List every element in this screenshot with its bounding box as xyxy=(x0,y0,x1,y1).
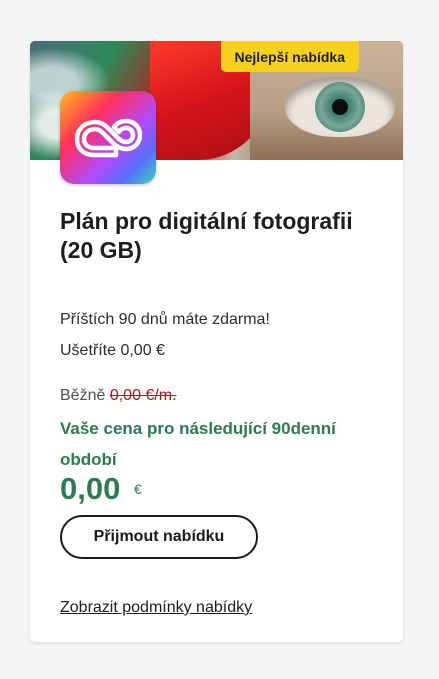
offer-card: Nejlepší nabídka Plán pro digitální foto… xyxy=(30,41,403,642)
best-offer-badge: Nejlepší nabídka xyxy=(220,41,359,72)
savings-text: Ušetříte 0,00 € xyxy=(60,342,165,359)
promo-price-text: Vaše cena pro následující 90denní období xyxy=(60,419,336,469)
regular-price-line: Běžně 0,00 €/m. xyxy=(60,387,177,405)
creative-cloud-icon xyxy=(60,91,156,184)
regular-price-label: Běžně xyxy=(60,387,106,404)
promo-price: 0,00 xyxy=(60,471,121,506)
accept-offer-button[interactable]: Přijmout nabídku xyxy=(60,515,258,559)
free-period-text: Příštích 90 dnů máte zdarma! xyxy=(60,311,270,328)
plan-title: Plán pro digitální fotografii (20 GB) xyxy=(60,208,353,263)
view-terms-link[interactable]: Zobrazit podmínky nabídky xyxy=(60,599,252,617)
regular-price-value: 0,00 €/m. xyxy=(109,387,177,404)
price-currency: € xyxy=(134,481,142,497)
banner-iris xyxy=(315,82,365,132)
banner-eye xyxy=(285,77,395,137)
